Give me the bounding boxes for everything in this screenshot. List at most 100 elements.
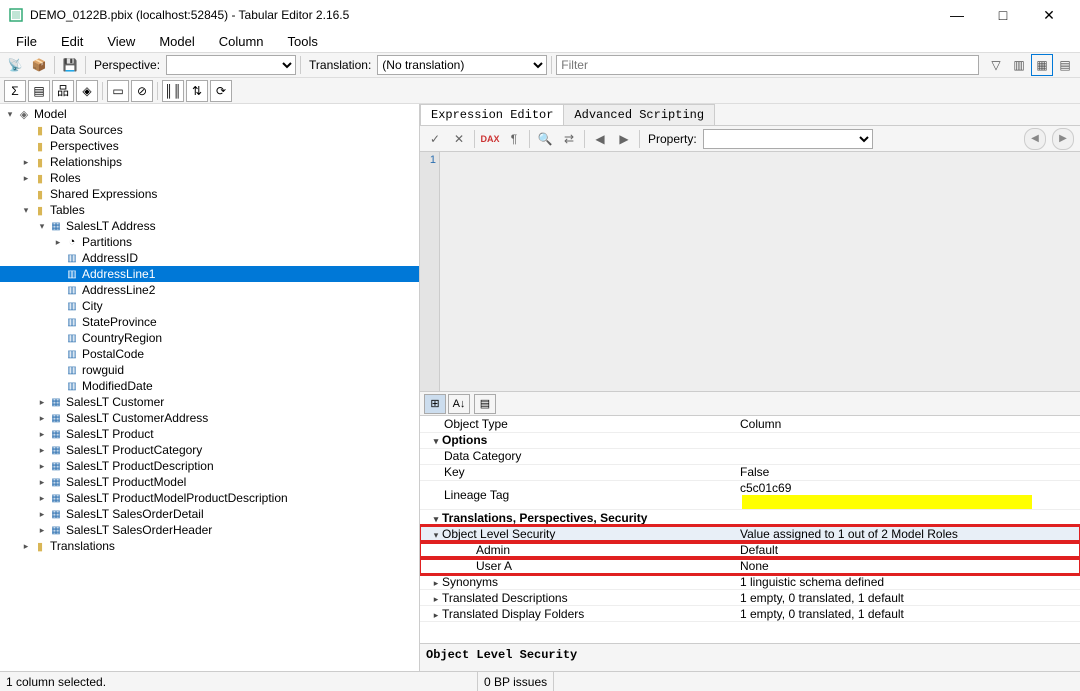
categorized-icon[interactable]: ⊞ [424, 394, 446, 414]
menu-model[interactable]: Model [149, 32, 204, 51]
accept-icon[interactable]: ✓ [424, 128, 446, 150]
replace-icon[interactable]: ⇄ [558, 128, 580, 150]
tree-table-salesorderheader[interactable]: ▸▦SalesLT SalesOrderHeader [0, 522, 419, 538]
translation-select[interactable]: (No translation) [377, 55, 547, 75]
property-select[interactable] [703, 129, 873, 149]
prop-ols-usera[interactable]: User ANone [420, 558, 1080, 574]
propview-icon[interactable]: ▤ [474, 394, 496, 414]
tree-col-city[interactable]: ▥City [0, 298, 419, 314]
prop-ols-admin[interactable]: AdminDefault [420, 542, 1080, 558]
menu-view[interactable]: View [97, 32, 145, 51]
indent-icon[interactable]: ▶ [613, 128, 635, 150]
prop-translated-descriptions[interactable]: ▸Translated Descriptions1 empty, 0 trans… [420, 590, 1080, 606]
prop-group-translations[interactable]: ▾Translations, Perspectives, Security [420, 510, 1080, 526]
tree-table-productmodel[interactable]: ▸▦SalesLT ProductModel [0, 474, 419, 490]
layout1-icon[interactable]: ▥ [1008, 54, 1030, 76]
folder-icon: ▮ [32, 171, 48, 185]
find-icon[interactable]: 🔍 [534, 128, 556, 150]
right-pane: Expression Editor Advanced Scripting ✓ ✕… [420, 104, 1080, 671]
status-bar: 1 column selected. 0 BP issues [0, 671, 1080, 691]
tree-col-postalcode[interactable]: ▥PostalCode [0, 346, 419, 362]
tree-table-product[interactable]: ▸▦SalesLT Product [0, 426, 419, 442]
columns-icon[interactable]: ║║ [162, 80, 184, 102]
tree-table-productdescription[interactable]: ▸▦SalesLT ProductDescription [0, 458, 419, 474]
close-button[interactable]: ✕ [1026, 0, 1072, 30]
prop-object-type[interactable]: Object TypeColumn [420, 416, 1080, 432]
tree-table-customeraddress[interactable]: ▸▦SalesLT CustomerAddress [0, 410, 419, 426]
alphabetical-icon[interactable]: A↓ [448, 394, 470, 414]
connect-icon[interactable]: 📡 [4, 54, 26, 76]
filter-input[interactable] [556, 55, 979, 75]
main-area: ▾◈Model ▮Data Sources ▮Perspectives ▸▮Re… [0, 104, 1080, 671]
cube-icon[interactable]: ◈ [76, 80, 98, 102]
layout2-icon[interactable]: ▦ [1031, 54, 1053, 76]
tree-table-address[interactable]: ▾▦SalesLT Address [0, 218, 419, 234]
tree-roles[interactable]: ▸▮Roles [0, 170, 419, 186]
tree-col-addressid[interactable]: ▥AddressID [0, 250, 419, 266]
prop-synonyms[interactable]: ▸Synonyms1 linguistic schema defined [420, 574, 1080, 590]
tree-col-stateprovince[interactable]: ▥StateProvince [0, 314, 419, 330]
filter-icon[interactable]: ▽ [985, 54, 1007, 76]
tree-partitions[interactable]: ▸◔Partitions [0, 234, 419, 250]
sort-icon[interactable]: ⇅ [186, 80, 208, 102]
tab-advanced-scripting[interactable]: Advanced Scripting [563, 104, 715, 125]
minimize-button[interactable]: — [934, 0, 980, 30]
expression-editor[interactable]: 1 [420, 152, 1080, 392]
tree-table-salesorderdetail[interactable]: ▸▦SalesLT SalesOrderDetail [0, 506, 419, 522]
column-icon: ▥ [64, 299, 80, 313]
nav-back-icon[interactable]: ◀ [1024, 128, 1046, 150]
cancel-icon[interactable]: ✕ [448, 128, 470, 150]
nav-fwd-icon[interactable]: ▶ [1052, 128, 1074, 150]
dax-icon[interactable]: DAX [479, 128, 501, 150]
maximize-button[interactable]: □ [980, 0, 1026, 30]
hierarchy-icon[interactable]: 品 [52, 80, 74, 102]
menu-column[interactable]: Column [209, 32, 274, 51]
prop-lineage-tag[interactable]: Lineage Tagc5c01c69 [420, 480, 1080, 510]
refresh-icon[interactable]: ⟳ [210, 80, 232, 102]
column-icon: ▥ [64, 363, 80, 377]
folder-icon: ▮ [32, 203, 48, 217]
perspective-select[interactable] [166, 55, 296, 75]
tree-datasources[interactable]: ▮Data Sources [0, 122, 419, 138]
code-area[interactable] [440, 152, 1080, 391]
folder-icon[interactable]: ▭ [107, 80, 129, 102]
tree-tables[interactable]: ▾▮Tables [0, 202, 419, 218]
tree-col-addressline1[interactable]: ▥AddressLine1 [0, 266, 419, 282]
separator [300, 56, 301, 74]
menu-file[interactable]: File [6, 32, 47, 51]
tab-expression-editor[interactable]: Expression Editor [420, 104, 564, 125]
property-grid[interactable]: Object TypeColumn ▾Options Data Category… [420, 416, 1080, 643]
tree-col-modifieddate[interactable]: ▥ModifiedDate [0, 378, 419, 394]
prop-ols[interactable]: ▾Object Level SecurityValue assigned to … [420, 526, 1080, 542]
deploy-icon[interactable]: 📦 [28, 54, 50, 76]
tree-col-rowguid[interactable]: ▥rowguid [0, 362, 419, 378]
menu-edit[interactable]: Edit [51, 32, 93, 51]
tree-perspectives[interactable]: ▮Perspectives [0, 138, 419, 154]
tree-table-productcategory[interactable]: ▸▦SalesLT ProductCategory [0, 442, 419, 458]
menu-tools[interactable]: Tools [278, 32, 328, 51]
hidden-icon[interactable]: ⊘ [131, 80, 153, 102]
model-tree[interactable]: ▾◈Model ▮Data Sources ▮Perspectives ▸▮Re… [0, 104, 420, 671]
grid1-icon[interactable]: ▤ [28, 80, 50, 102]
tree-translations[interactable]: ▸▮Translations [0, 538, 419, 554]
sigma-icon[interactable]: Σ [4, 80, 26, 102]
tree-shared-expressions[interactable]: ▮Shared Expressions [0, 186, 419, 202]
prop-data-category[interactable]: Data Category [420, 448, 1080, 464]
format-icon[interactable]: ¶ [503, 128, 525, 150]
tree-col-countryregion[interactable]: ▥CountryRegion [0, 330, 419, 346]
outdent-icon[interactable]: ◀ [589, 128, 611, 150]
tree-table-customer[interactable]: ▸▦SalesLT Customer [0, 394, 419, 410]
prop-translated-display-folders[interactable]: ▸Translated Display Folders1 empty, 0 tr… [420, 606, 1080, 622]
tree-col-addressline2[interactable]: ▥AddressLine2 [0, 282, 419, 298]
tree-table-productmodelproductdescription[interactable]: ▸▦SalesLT ProductModelProductDescription [0, 490, 419, 506]
tree-model[interactable]: ▾◈Model [0, 106, 419, 122]
save-icon[interactable]: 💾 [59, 54, 81, 76]
editor-tabs: Expression Editor Advanced Scripting [420, 104, 1080, 126]
folder-icon: ▮ [32, 187, 48, 201]
separator [157, 82, 158, 100]
prop-group-options[interactable]: ▾Options [420, 432, 1080, 448]
secondary-toolbar: Σ ▤ 品 ◈ ▭ ⊘ ║║ ⇅ ⟳ [0, 78, 1080, 104]
prop-key[interactable]: KeyFalse [420, 464, 1080, 480]
layout3-icon[interactable]: ▤ [1054, 54, 1076, 76]
tree-relationships[interactable]: ▸▮Relationships [0, 154, 419, 170]
